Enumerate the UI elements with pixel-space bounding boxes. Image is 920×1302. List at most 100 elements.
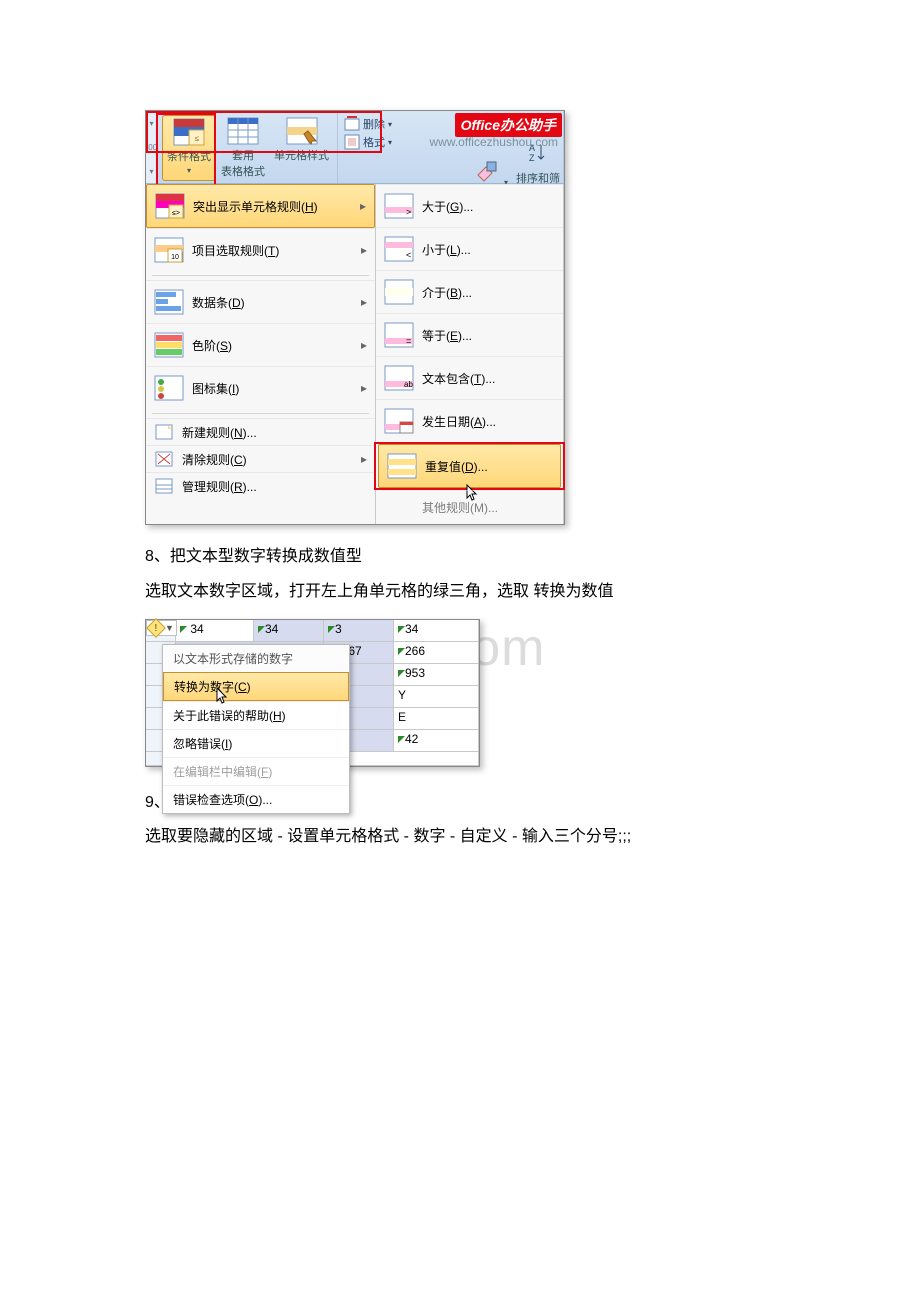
- eq-icon: =: [384, 322, 414, 348]
- delete-label: 删除: [363, 116, 385, 132]
- error-check-menu: 以文本形式存储的数字 转换为数字(C) 关于此错误的帮助(H) 忽略错误(I) …: [162, 644, 350, 814]
- delete-icon: [344, 116, 360, 132]
- conditional-formatting-icon: ≤: [173, 118, 205, 146]
- icon-sets-item[interactable]: 图标集(I)▸: [146, 366, 375, 409]
- new-rule-label: 新建规则(N)...: [182, 424, 257, 441]
- brand-badge: Office办公助手: [455, 113, 562, 137]
- svg-text:≤>: ≤>: [172, 210, 180, 217]
- cell-value: 34: [405, 622, 418, 636]
- error-help-item[interactable]: 关于此错误的帮助(H): [163, 701, 349, 729]
- contains-label: 文本包含(T)...: [422, 370, 495, 387]
- conditional-formatting-label: 条件格式: [167, 148, 211, 164]
- format-as-table-button[interactable]: 套用 表格格式: [217, 115, 269, 181]
- text-contains-item[interactable]: ab 文本包含(T)...: [376, 356, 563, 399]
- icon-sets-label: 图标集(I): [192, 380, 239, 397]
- data-bars-label: 数据条(D): [192, 294, 245, 311]
- icon-sets-icon: [154, 375, 184, 401]
- top-bottom-rules-item[interactable]: 10 项目选取规则(T)▸: [146, 228, 375, 271]
- between-item[interactable]: 介于(B)...: [376, 270, 563, 313]
- manage-rules-item[interactable]: 管理规则(R)...: [146, 472, 375, 499]
- svg-text:<: <: [406, 250, 411, 260]
- ribbon: ▾.00▾ ≤ 条件格式 ▾: [146, 111, 564, 184]
- step-8-body: 选取文本数字区域，打开左上角单元格的绿三角，选取 转换为数值: [145, 578, 820, 607]
- top-bottom-icon: 10: [154, 237, 184, 263]
- step-8-title: 8、把文本型数字转换成数值型: [145, 543, 820, 572]
- clear-rules-item[interactable]: 清除规则(C)▸: [146, 445, 375, 472]
- cell-value: 953: [405, 666, 425, 680]
- date-occurring-item[interactable]: 发生日期(A)...: [376, 399, 563, 442]
- cell-styles-button[interactable]: 单元格样式: [270, 115, 333, 181]
- manage-rules-icon: [154, 477, 174, 495]
- svg-text:Z: Z: [529, 153, 535, 163]
- conditional-formatting-button[interactable]: ≤ 条件格式 ▾: [162, 115, 216, 181]
- clear-rules-icon: [154, 450, 174, 468]
- svg-text:ab: ab: [404, 380, 413, 389]
- error-smarttag[interactable]: ! ▼: [146, 620, 177, 636]
- more-rules-label: 其他规则(M)...: [422, 499, 498, 516]
- cell-value: 266: [405, 644, 425, 658]
- svg-text:10: 10: [171, 254, 179, 261]
- error-menu-title: 以文本形式存储的数字: [163, 645, 349, 672]
- highlight-rules-label: 突出显示单元格规则(H): [193, 198, 318, 215]
- step-9-body: 选取要隐藏的区域 - 设置单元格格式 - 数字 - 自定义 - 输入三个分号;;…: [145, 823, 820, 852]
- format-label: 格式: [363, 134, 385, 150]
- clear-icon[interactable]: [475, 159, 501, 185]
- cell-value: 3: [335, 622, 342, 636]
- cell-value: 34: [265, 622, 278, 636]
- clear-rules-label: 清除规则(C): [182, 451, 247, 468]
- cell[interactable]: ! ▼ 34: [176, 620, 254, 641]
- format-as-table-icon: [227, 117, 259, 145]
- gt-label: 大于(G)...: [422, 198, 473, 215]
- format-icon: [344, 134, 360, 150]
- svg-text:≤: ≤: [195, 134, 200, 143]
- cell-value: Y: [398, 688, 406, 702]
- manage-rules-label: 管理规则(R)...: [182, 478, 257, 495]
- between-icon: [384, 279, 414, 305]
- between-label: 介于(B)...: [422, 284, 472, 301]
- gt-icon: >: [384, 193, 414, 219]
- edit-in-formula-bar-item: 在编辑栏中编辑(F): [163, 757, 349, 785]
- cell-value: E: [398, 710, 406, 724]
- highlight-rules-submenu: > 大于(G)... < 小于(L)... 介于(B)... = 等于(E)..…: [376, 184, 564, 524]
- date-label: 发生日期(A)...: [422, 413, 496, 430]
- color-scales-label: 色阶(S): [192, 337, 232, 354]
- ribbon-left-gutter: ▾.00▾: [146, 111, 158, 183]
- format-as-table-label: 套用 表格格式: [221, 147, 265, 179]
- new-rule-icon: [154, 423, 174, 441]
- data-bars-icon: [154, 289, 184, 315]
- less-than-item[interactable]: < 小于(L)...: [376, 227, 563, 270]
- color-scales-item[interactable]: 色阶(S)▸: [146, 323, 375, 366]
- excel-conditional-formatting-screenshot: ▾.00▾ ≤ 条件格式 ▾: [145, 110, 565, 525]
- equal-to-item[interactable]: = 等于(E)...: [376, 313, 563, 356]
- color-scales-icon: [154, 332, 184, 358]
- eq-label: 等于(E)...: [422, 327, 472, 344]
- convert-to-number-item[interactable]: 转换为数字(C): [163, 672, 349, 701]
- error-check-options-item[interactable]: 错误检查选项(O)...: [163, 785, 349, 813]
- cell-value: 42: [405, 732, 418, 746]
- lt-icon: <: [384, 236, 414, 262]
- cell-styles-label: 单元格样式: [274, 147, 329, 163]
- highlight-rules-icon: ≤>: [155, 193, 185, 219]
- excel-convert-number-screenshot: ! ▼ 34 34 3 34 2667 266 32 953 Y: [145, 619, 480, 767]
- cell-value: 34: [190, 622, 203, 636]
- new-rule-item[interactable]: 新建规则(N)...: [146, 418, 375, 445]
- dropdown-caret-icon: ▼: [165, 623, 174, 633]
- ignore-error-item[interactable]: 忽略错误(I): [163, 729, 349, 757]
- duplicate-values-item[interactable]: 重复值(D)...: [378, 444, 561, 488]
- highlight-rules-item[interactable]: ≤> 突出显示单元格规则(H) ▸: [146, 184, 375, 228]
- greater-than-item[interactable]: > 大于(G)...: [376, 184, 563, 227]
- svg-text:>: >: [406, 207, 411, 217]
- duplicate-label: 重复值(D)...: [425, 458, 488, 475]
- warning-icon: !: [146, 618, 166, 638]
- date-icon: [384, 408, 414, 434]
- conditional-formatting-menu: ≤> 突出显示单元格规则(H) ▸ 10 项目选取规则(T)▸ 数据条(D)▸ …: [146, 184, 564, 524]
- data-bars-item[interactable]: 数据条(D)▸: [146, 280, 375, 323]
- duplicate-icon: [387, 453, 417, 479]
- more-rules-item[interactable]: 其他规则(M)...: [376, 490, 563, 524]
- submenu-arrow-icon: ▸: [360, 199, 366, 213]
- cell-styles-icon: [286, 117, 318, 145]
- lt-label: 小于(L)...: [422, 241, 471, 258]
- brand-url: www.officezhushou.com: [429, 135, 558, 149]
- green-triangle-icon: [180, 626, 187, 633]
- cursor-icon: [216, 687, 230, 705]
